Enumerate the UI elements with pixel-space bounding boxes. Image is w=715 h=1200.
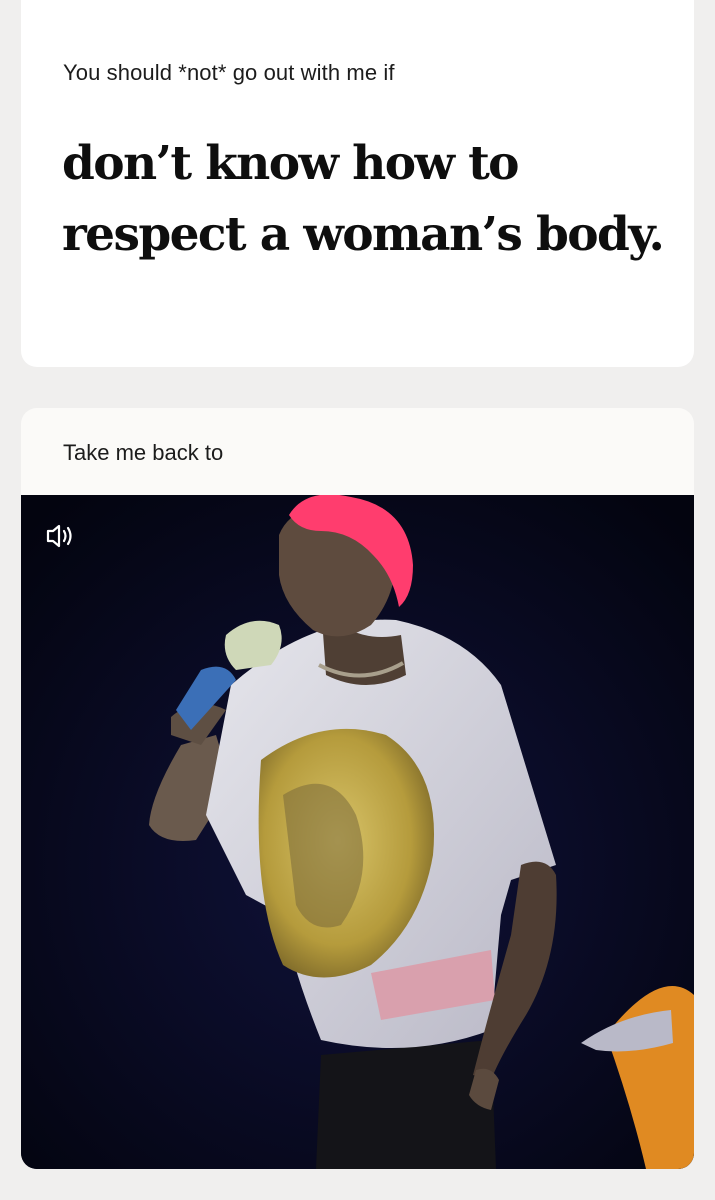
video-player[interactable] — [21, 495, 694, 1169]
prompt-answer-line-1: don’t know how to — [62, 136, 520, 191]
concert-photo — [21, 495, 694, 1169]
media-card[interactable]: Take me back to — [21, 408, 694, 1169]
prompt-question: You should *not* go out with me if — [63, 60, 395, 85]
media-prompt-label: Take me back to — [63, 440, 224, 465]
speaker-sound-icon — [46, 524, 72, 548]
sound-toggle-button[interactable] — [43, 521, 79, 551]
prompt-answer: don’t know how to respect a woman’s body… — [62, 128, 682, 270]
prompt-card[interactable]: You should *not* go out with me if don’t… — [21, 0, 694, 367]
prompt-answer-line-2: respect a woman’s body. — [62, 207, 665, 262]
